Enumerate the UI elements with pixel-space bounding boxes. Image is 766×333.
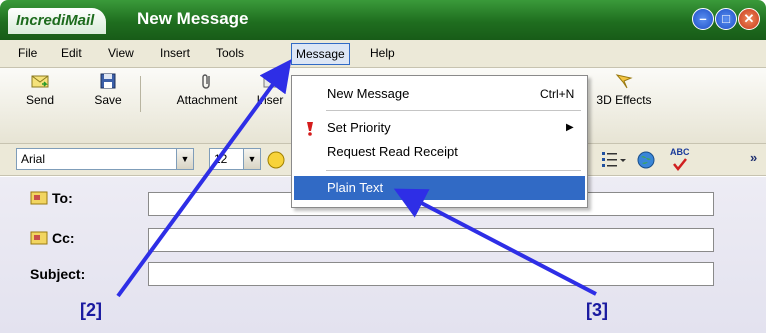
to-label: To: bbox=[52, 190, 73, 206]
font-value: Arial bbox=[21, 152, 46, 166]
menu-separator bbox=[326, 170, 581, 171]
address-book-icon[interactable] bbox=[30, 191, 48, 205]
paperclip-icon bbox=[202, 74, 210, 89]
set-priority-label: Set Priority bbox=[327, 120, 391, 135]
chevron-down-icon[interactable]: ▼ bbox=[176, 149, 193, 169]
bullet-list-icon[interactable] bbox=[600, 149, 628, 171]
title-bar: IncrediMail New Message – □ ✕ bbox=[0, 0, 766, 40]
chevron-down-icon[interactable]: ▼ bbox=[243, 149, 260, 169]
font-size-value: 12 bbox=[214, 152, 228, 166]
toolbar-separator bbox=[140, 76, 141, 112]
maximize-button[interactable]: □ bbox=[715, 8, 737, 30]
menu-insert[interactable]: Insert bbox=[160, 46, 190, 60]
font-size-select[interactable]: 12 ▼ bbox=[209, 148, 261, 170]
send-label: Send bbox=[25, 93, 55, 107]
menu-view[interactable]: View bbox=[108, 46, 134, 60]
globe-icon[interactable] bbox=[636, 150, 656, 170]
menu-help[interactable]: Help bbox=[370, 46, 395, 60]
menu-separator bbox=[326, 110, 581, 111]
insert-icon bbox=[263, 74, 277, 88]
3d-effects-label: 3D Effects bbox=[596, 93, 652, 107]
3d-effects-icon bbox=[615, 74, 633, 89]
menu-item-request-read-receipt[interactable]: Request Read Receipt bbox=[294, 140, 585, 164]
menu-bar: File Edit View Insert Tools Message Help bbox=[0, 40, 766, 68]
emoticon-icon[interactable] bbox=[266, 150, 286, 170]
send-button[interactable]: Send bbox=[20, 72, 60, 107]
menu-item-new-message[interactable]: New Message Ctrl+N bbox=[294, 82, 585, 106]
attachment-button[interactable]: Attachment bbox=[172, 72, 242, 107]
subject-field[interactable] bbox=[148, 262, 714, 286]
menu-item-set-priority[interactable]: Set Priority ▶ bbox=[294, 116, 585, 140]
spell-check-label: ABC bbox=[670, 147, 690, 157]
close-button[interactable]: ✕ bbox=[738, 8, 760, 30]
request-receipt-label: Request Read Receipt bbox=[327, 144, 458, 159]
menu-tools[interactable]: Tools bbox=[216, 46, 244, 60]
insert-button[interactable]: Inser bbox=[252, 72, 288, 107]
spell-check-button[interactable]: ABC bbox=[668, 147, 694, 173]
font-select[interactable]: Arial ▼ bbox=[16, 148, 194, 170]
address-book-icon[interactable] bbox=[30, 231, 48, 245]
checkmark-icon bbox=[673, 158, 687, 171]
menu-item-plain-text[interactable]: Plain Text bbox=[294, 176, 585, 200]
subject-label: Subject: bbox=[30, 266, 86, 282]
app-logo: IncrediMail bbox=[8, 8, 107, 34]
toolbar-overflow-button[interactable]: » bbox=[750, 150, 757, 165]
new-message-shortcut: Ctrl+N bbox=[540, 87, 575, 101]
submenu-arrow-icon: ▶ bbox=[566, 122, 574, 133]
new-message-label: New Message bbox=[327, 86, 410, 101]
exclamation-icon bbox=[307, 122, 313, 136]
send-envelope-icon bbox=[31, 75, 49, 88]
cc-field[interactable] bbox=[148, 228, 714, 252]
annotation-label-2: [2] bbox=[80, 300, 102, 320]
insert-label: Inser bbox=[256, 93, 284, 107]
menu-file[interactable]: File bbox=[18, 46, 37, 60]
save-button[interactable]: Save bbox=[88, 72, 128, 107]
window-title: New Message bbox=[137, 9, 249, 28]
menu-edit[interactable]: Edit bbox=[61, 46, 82, 60]
menu-message[interactable]: Message bbox=[291, 43, 350, 65]
annotation-label-3: [3] bbox=[586, 300, 608, 320]
attachment-label: Attachment bbox=[176, 93, 238, 107]
floppy-disk-icon bbox=[100, 73, 116, 89]
minimize-button[interactable]: – bbox=[692, 8, 714, 30]
cc-label: Cc: bbox=[52, 230, 75, 246]
plain-text-label: Plain Text bbox=[327, 180, 384, 195]
3d-effects-button[interactable]: 3D Effects bbox=[594, 72, 654, 107]
message-menu-dropdown: New Message Ctrl+N Set Priority ▶ Reques… bbox=[291, 75, 588, 208]
save-label: Save bbox=[94, 93, 122, 107]
